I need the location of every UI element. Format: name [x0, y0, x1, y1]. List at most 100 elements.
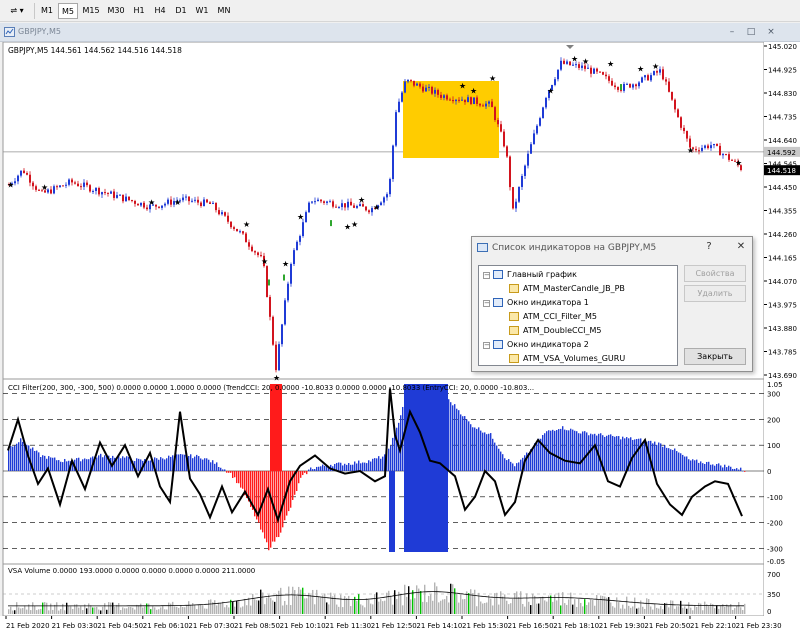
timeframe-button-m1[interactable]: M1 — [37, 3, 57, 19]
drawing-tools-icon[interactable]: ⇌ ▾ — [5, 3, 29, 19]
price-scale-label: 143.880 — [768, 325, 797, 333]
volume-bar — [600, 595, 602, 614]
volume-bar — [170, 603, 172, 614]
cci-histogram-bar — [10, 446, 12, 471]
volume-bar — [128, 606, 130, 614]
candle-body — [185, 196, 187, 198]
cci-histogram-bar — [722, 467, 724, 471]
volume-bar — [202, 605, 204, 614]
tree-node-label: Окно индикатора 1 — [507, 298, 589, 307]
candle-body — [368, 210, 370, 213]
tree-expander-icon[interactable]: − — [483, 272, 490, 279]
dialog-close-icon[interactable]: ✕ — [734, 240, 748, 254]
candle-body — [239, 231, 241, 233]
volume-bar — [190, 605, 192, 614]
cci-histogram-bar — [658, 442, 660, 471]
cci-histogram-bar — [570, 428, 572, 471]
cci-histogram-bar — [478, 427, 480, 471]
cci-histogram-bar — [44, 455, 46, 471]
tree-window-node[interactable]: Окно индикатора 1 — [493, 297, 589, 309]
cci-histogram-bar — [138, 458, 140, 471]
volume-bar — [14, 610, 16, 614]
tree-expander-icon[interactable]: − — [483, 342, 490, 349]
candle-body — [101, 192, 103, 195]
volume-bar — [460, 594, 462, 614]
close-dialog-button[interactable]: Закрыть — [684, 348, 746, 365]
volume-bar — [332, 596, 334, 614]
candle-body — [434, 89, 436, 94]
volume-bar — [164, 609, 166, 614]
candle-body — [50, 189, 52, 194]
timeframe-button-m30[interactable]: M30 — [104, 3, 128, 19]
properties-button[interactable]: Свойства — [684, 265, 746, 282]
volume-bar — [544, 600, 546, 614]
timeframe-button-h1[interactable]: H1 — [129, 3, 149, 19]
cci-scale-label: -100 — [767, 494, 783, 502]
candle-body — [230, 221, 232, 228]
price-scale-label: 144.925 — [768, 67, 797, 75]
candle-body — [347, 201, 349, 208]
timeframe-button-m15[interactable]: M15 — [79, 3, 103, 19]
volume-bar — [58, 610, 60, 614]
tree-indicator-node[interactable]: ATM_MasterCandle_JB_PB — [509, 283, 625, 295]
cci-histogram-bar — [80, 461, 82, 471]
timeframe-button-mn[interactable]: MN — [213, 3, 235, 19]
candle-body — [215, 202, 217, 211]
help-button[interactable]: ? — [702, 240, 716, 254]
candle-body — [302, 222, 304, 237]
volume-bar — [160, 607, 162, 614]
candle-body — [245, 233, 247, 243]
cci-histogram-bar — [568, 430, 570, 471]
cci-histogram-bar — [476, 428, 478, 471]
tree-indicator-node[interactable]: ATM_CCI_Filter_M5 — [509, 311, 597, 323]
tree-window-node[interactable]: Окно индикатора 2 — [493, 339, 589, 351]
volume-bar — [162, 605, 164, 614]
timeframe-button-h4[interactable]: H4 — [150, 3, 170, 19]
volume-bar — [568, 599, 570, 614]
volume-bar — [652, 609, 654, 614]
cci-scale-label: -0.05 — [767, 558, 785, 566]
tree-window-node[interactable]: Главный график — [493, 269, 577, 281]
delete-button[interactable]: Удалить — [684, 285, 746, 302]
candle-body — [449, 99, 451, 101]
volume-bar — [50, 603, 52, 614]
timeframe-button-d1[interactable]: D1 — [171, 3, 191, 19]
cci-histogram-bar — [12, 446, 14, 471]
maximize-button[interactable]: □ — [744, 25, 758, 39]
signal-star-icon: ★ — [297, 213, 304, 222]
cci-histogram-bar — [688, 459, 690, 471]
cci-histogram-bar — [740, 467, 742, 471]
signal-candle — [330, 220, 332, 227]
volume-bar — [446, 595, 448, 614]
signal-star-icon: ★ — [41, 183, 48, 192]
candle-body — [521, 175, 523, 187]
cci-histogram-bar — [654, 441, 656, 471]
cci-indicator-panel[interactable] — [2, 378, 765, 565]
volume-bar — [56, 602, 58, 614]
volume-bar — [648, 599, 650, 614]
volume-bar — [416, 585, 418, 614]
price-scale-label: 144.355 — [768, 208, 797, 216]
tree-indicator-node[interactable]: ATM_VSA_Volumes_GURU — [509, 353, 625, 365]
timeframe-button-w1[interactable]: W1 — [192, 3, 212, 19]
candle-body — [56, 186, 58, 188]
cci-histogram-bar — [484, 432, 486, 471]
volume-bar — [678, 606, 680, 614]
timeframe-button-m5[interactable]: M5 — [58, 3, 78, 19]
volume-bar — [62, 603, 64, 614]
close-button[interactable]: × — [764, 25, 778, 39]
volume-bar — [598, 598, 600, 614]
tree-expander-icon[interactable]: − — [483, 300, 490, 307]
cci-histogram-bar — [354, 461, 356, 471]
candle-body — [134, 201, 136, 204]
indicator-tree[interactable]: − Главный график ATM_MasterCandle_JB_PB − Ок… — [478, 265, 678, 366]
minimize-button[interactable]: – — [725, 25, 739, 39]
cci-histogram-bar — [302, 471, 304, 476]
candle-body — [461, 99, 463, 101]
volume-bar — [16, 602, 18, 614]
volume-bar — [538, 603, 540, 614]
volume-bar — [344, 596, 346, 614]
candle-body — [581, 65, 583, 68]
tree-indicator-node[interactable]: ATM_DoubleCCI_M5 — [509, 325, 602, 337]
candle-body — [647, 75, 649, 81]
